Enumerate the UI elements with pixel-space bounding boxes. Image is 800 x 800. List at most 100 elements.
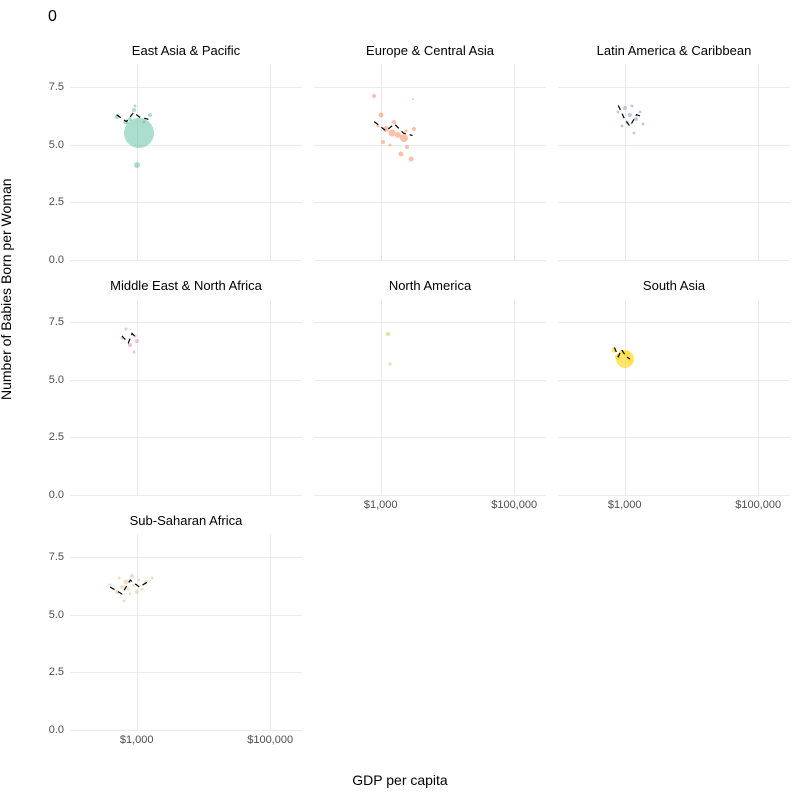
y-tick: 5.0 xyxy=(49,139,64,151)
data-point xyxy=(392,120,396,124)
data-point xyxy=(138,579,141,582)
facet-row: East Asia & Pacific 0.02.55.07.5 Europe … xyxy=(70,40,790,260)
chart-title: 0 xyxy=(48,8,57,26)
data-point xyxy=(141,588,144,591)
data-point xyxy=(612,347,617,352)
y-axis-label: Number of Babies Born per Woman xyxy=(0,178,14,400)
data-point xyxy=(633,132,636,135)
facet-latin-america: Latin America & Caribbean xyxy=(558,40,790,260)
y-tick: 7.5 xyxy=(49,551,64,563)
y-tick: 7.5 xyxy=(49,316,64,328)
data-point xyxy=(623,106,627,110)
data-point xyxy=(144,580,148,584)
data-point xyxy=(389,362,392,365)
data-point xyxy=(143,120,146,123)
y-tick: 7.5 xyxy=(49,81,64,93)
facet-row: Sub-Saharan Africa 0.02.55.07.5$1,000$10… xyxy=(70,510,790,730)
data-point xyxy=(412,127,416,131)
data-point xyxy=(408,156,413,161)
plot-panel: $1,000$100,000 xyxy=(314,299,546,495)
facet-title: Sub-Saharan Africa xyxy=(70,510,302,532)
data-point xyxy=(125,327,128,330)
trend-line xyxy=(70,299,302,495)
data-point xyxy=(400,134,408,142)
plot-panel xyxy=(558,64,790,260)
y-tick: 2.5 xyxy=(49,666,64,678)
data-point xyxy=(624,351,630,357)
y-tick: 2.5 xyxy=(49,431,64,443)
data-point xyxy=(626,120,629,123)
facet-title: North America xyxy=(314,275,546,297)
plot-panel: $1,000$100,000 xyxy=(558,299,790,495)
plot-panel: 0.02.55.07.5$1,000$100,000 xyxy=(70,534,302,730)
data-point xyxy=(372,94,376,98)
data-point xyxy=(378,112,383,117)
data-point xyxy=(123,599,126,602)
facet-title: Europe & Central Asia xyxy=(314,40,546,62)
data-point xyxy=(639,111,642,114)
y-tick: 5.0 xyxy=(49,609,64,621)
data-point xyxy=(381,140,385,144)
data-point xyxy=(628,113,632,117)
data-point xyxy=(405,129,408,132)
data-point xyxy=(134,334,137,337)
data-point xyxy=(405,145,409,149)
facet-north-america: North America $1,000$100,000 xyxy=(314,275,546,495)
y-tick: 5.0 xyxy=(49,374,64,386)
facet-title: Middle East & North Africa xyxy=(70,275,302,297)
facet-south-asia: South Asia $1,000$100,000 xyxy=(558,275,790,495)
y-tick: 2.5 xyxy=(49,196,64,208)
y-tick: 0.0 xyxy=(49,724,64,736)
data-point xyxy=(115,590,119,594)
data-point xyxy=(389,143,392,146)
data-point xyxy=(135,339,139,343)
plot-panel: 0.02.55.07.5 xyxy=(70,64,302,260)
facet-title: Latin America & Caribbean xyxy=(558,40,790,62)
trend-line xyxy=(558,64,790,260)
data-point xyxy=(634,117,638,121)
data-point xyxy=(120,585,124,589)
data-point xyxy=(118,576,121,579)
data-point xyxy=(132,108,136,112)
facet-ssa: Sub-Saharan Africa 0.02.55.07.5$1,000$10… xyxy=(70,510,302,730)
data-point xyxy=(124,580,129,585)
data-point xyxy=(134,104,137,107)
data-point xyxy=(151,576,154,579)
y-tick: 0.0 xyxy=(49,254,64,266)
data-point xyxy=(383,126,389,132)
data-point xyxy=(130,574,134,578)
data-point xyxy=(124,118,154,148)
data-point xyxy=(386,332,390,336)
facet-grid: East Asia & Pacific 0.02.55.07.5 Europe … xyxy=(70,40,790,750)
data-point xyxy=(120,337,123,340)
facet-east-asia: East Asia & Pacific 0.02.55.07.5 xyxy=(70,40,302,260)
data-point xyxy=(109,583,112,586)
data-point xyxy=(642,122,645,125)
data-point xyxy=(631,104,634,107)
data-point xyxy=(132,583,135,586)
y-tick: 0.0 xyxy=(49,489,64,501)
data-point xyxy=(135,590,139,594)
data-point xyxy=(617,111,620,114)
trend-line xyxy=(70,64,302,260)
x-tick: $1,000 xyxy=(120,734,154,746)
data-point xyxy=(376,125,379,128)
data-point xyxy=(127,588,130,591)
trend-line xyxy=(70,534,302,730)
data-point xyxy=(398,151,403,156)
plot-panel: 0.02.55.07.5 xyxy=(70,299,302,495)
facet-title: East Asia & Pacific xyxy=(70,40,302,62)
data-point xyxy=(134,162,140,168)
data-point xyxy=(412,98,414,100)
facet-mena: Middle East & North Africa 0.02.55.07.5 xyxy=(70,275,302,495)
trend-line xyxy=(314,64,546,260)
data-point xyxy=(115,115,119,119)
data-point xyxy=(628,359,633,364)
data-point xyxy=(129,592,132,595)
x-tick: $100,000 xyxy=(247,734,293,746)
trend-line xyxy=(558,299,790,495)
data-point xyxy=(620,125,623,128)
x-axis-label: GDP per capita xyxy=(352,772,447,788)
facet-europe: Europe & Central Asia xyxy=(314,40,546,260)
facet-title: South Asia xyxy=(558,275,790,297)
